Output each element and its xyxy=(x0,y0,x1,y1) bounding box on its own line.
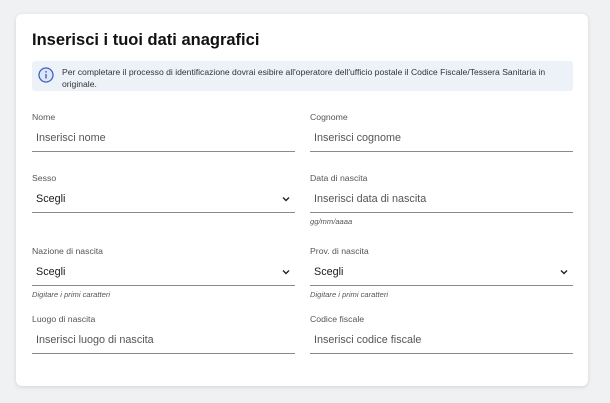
sesso-select[interactable]: Scegli xyxy=(32,190,295,213)
field-prov-nascita: Prov. di nascita Scegli Digitare i primi… xyxy=(310,245,573,299)
nome-label: Nome xyxy=(32,112,56,122)
chevron-down-icon[interactable] xyxy=(281,267,291,277)
cognome-label: Cognome xyxy=(310,112,348,122)
registration-card: Inserisci i tuoi dati anagrafici Per com… xyxy=(16,14,588,386)
cognome-placeholder: Inserisci cognome xyxy=(314,132,402,144)
field-cognome: Cognome Inserisci cognome xyxy=(310,111,573,152)
data-nascita-input[interactable]: Inserisci data di nascita xyxy=(310,190,573,213)
field-luogo-nascita: Luogo di nascita Inserisci luogo di nasc… xyxy=(32,313,295,354)
prov-nascita-selected-value: Scegli xyxy=(314,266,344,278)
nazione-nascita-label: Nazione di nascita xyxy=(32,246,103,256)
cognome-input[interactable]: Inserisci cognome xyxy=(310,129,573,152)
luogo-nascita-input[interactable]: Inserisci luogo di nascita xyxy=(32,331,295,354)
info-text: Per completare il processo di identifica… xyxy=(62,67,546,89)
chevron-down-icon[interactable] xyxy=(281,194,291,204)
field-sesso: Sesso Scegli xyxy=(32,172,295,213)
nazione-nascita-select[interactable]: Scegli xyxy=(32,263,295,286)
data-nascita-hint: gg/mm/aaaa xyxy=(310,217,353,226)
field-nazione-nascita: Nazione di nascita Scegli Digitare i pri… xyxy=(32,245,295,299)
luogo-nascita-placeholder: Inserisci luogo di nascita xyxy=(36,334,154,346)
sesso-selected-value: Scegli xyxy=(36,193,66,205)
info-banner: Per completare il processo di identifica… xyxy=(32,61,573,91)
field-codice-fiscale: Codice fiscale Inserisci codice fiscale xyxy=(310,313,573,354)
nazione-nascita-hint: Digitare i primi caratteri xyxy=(32,290,111,299)
field-nome: Nome Inserisci nome xyxy=(32,111,295,152)
luogo-nascita-label: Luogo di nascita xyxy=(32,314,96,324)
chevron-down-icon[interactable] xyxy=(559,267,569,277)
nazione-nascita-selected-value: Scegli xyxy=(36,266,66,278)
prov-nascita-hint: Digitare i primi caratteri xyxy=(310,290,389,299)
page-title: Inserisci i tuoi dati anagrafici xyxy=(32,31,260,49)
codice-fiscale-label: Codice fiscale xyxy=(310,314,365,324)
codice-fiscale-placeholder: Inserisci codice fiscale xyxy=(314,334,422,346)
codice-fiscale-input[interactable]: Inserisci codice fiscale xyxy=(310,331,573,354)
prov-nascita-select[interactable]: Scegli xyxy=(310,263,573,286)
nome-input[interactable]: Inserisci nome xyxy=(32,129,295,152)
data-nascita-placeholder: Inserisci data di nascita xyxy=(314,193,427,205)
field-data-nascita: Data di nascita Inserisci data di nascit… xyxy=(310,172,573,226)
info-circle-icon xyxy=(38,67,54,83)
sesso-label: Sesso xyxy=(32,173,57,183)
data-nascita-label: Data di nascita xyxy=(310,173,368,183)
nome-placeholder: Inserisci nome xyxy=(36,132,106,144)
prov-nascita-label: Prov. di nascita xyxy=(310,246,369,256)
